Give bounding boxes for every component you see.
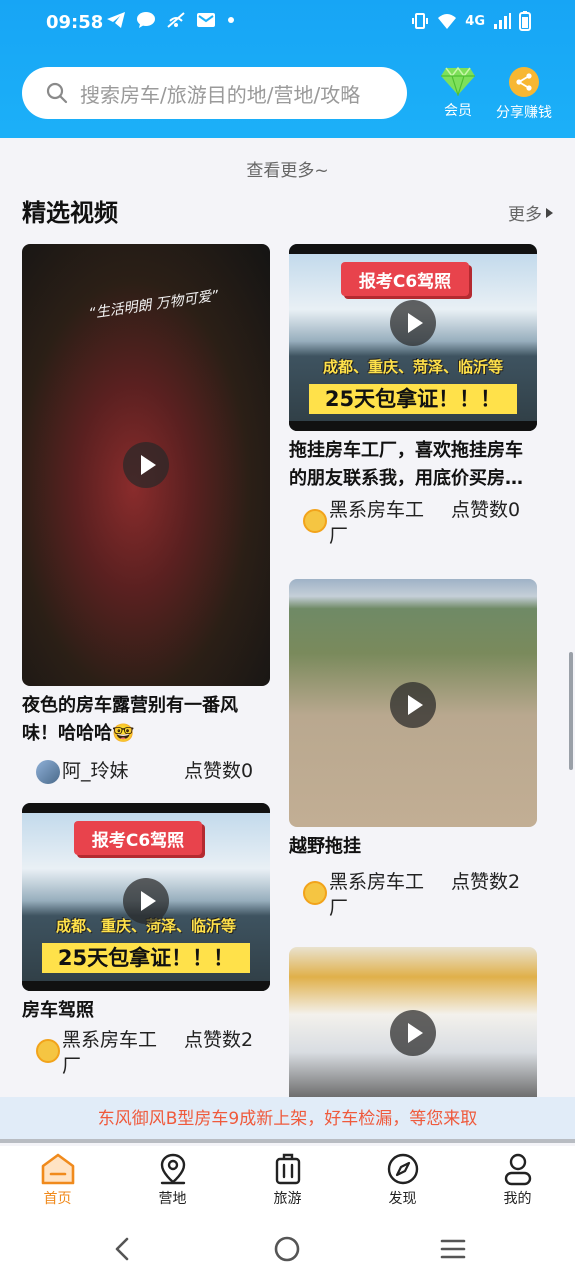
search-placeholder: 搜索房车/旅游目的地/营地/攻略 xyxy=(80,82,361,107)
section-more-link[interactable]: 更多 xyxy=(508,200,553,225)
video-author: 阿_玲妹 xyxy=(62,760,129,782)
tab-home[interactable]: 首页 xyxy=(0,1146,115,1218)
poster-bar xyxy=(22,981,270,991)
video-card[interactable]: 越野拖挂 黑系房车工厂 点赞数2 xyxy=(289,579,537,931)
tab-label: 发现 xyxy=(388,1191,417,1207)
search-bar[interactable]: 搜索房车/旅游目的地/营地/攻略 xyxy=(22,67,407,119)
poster-tag: 报考C6驾照 xyxy=(74,821,202,855)
video-meta: 阿_玲妹 点赞数0 xyxy=(22,748,270,804)
chat-icon xyxy=(137,12,155,28)
signal-off-icon xyxy=(167,12,185,28)
battery-icon xyxy=(519,11,531,31)
like-count: 点赞数2 xyxy=(184,1029,254,1051)
share-label: 分享赚钱 xyxy=(496,105,552,121)
promo-banner[interactable]: 东风御风B型房车9成新上架，好车检漏，等您来取 xyxy=(0,1097,575,1143)
tab-campsite[interactable]: 营地 xyxy=(115,1146,230,1218)
like-count: 点赞数0 xyxy=(451,499,521,521)
poster-bar xyxy=(289,421,537,431)
bottom-tab-bar: 首页 营地 旅游 发现 我的 xyxy=(0,1146,575,1218)
back-icon[interactable] xyxy=(112,1236,132,1262)
notification-icons xyxy=(106,11,234,29)
user-icon xyxy=(504,1153,531,1186)
see-more-link[interactable]: 查看更多~ xyxy=(0,156,575,181)
share-earn-button[interactable]: 分享赚钱 xyxy=(496,66,552,122)
video-thumbnail[interactable]: “生活明朗 万物可爱” xyxy=(22,244,270,686)
home-circle-icon[interactable] xyxy=(274,1236,300,1262)
play-icon[interactable] xyxy=(390,299,436,346)
avatar xyxy=(36,1039,60,1063)
wifi-icon xyxy=(438,14,457,29)
status-time: 09:58 xyxy=(46,12,104,33)
network-type: 4G xyxy=(465,13,485,29)
video-title: 拖挂房车工厂，喜欢拖挂房车的朋友联系我，用底价买房… xyxy=(289,440,523,489)
video-author: 黑系房车工厂 xyxy=(329,499,425,547)
scrollbar[interactable] xyxy=(569,652,573,770)
video-card[interactable] xyxy=(289,947,537,1097)
avatar xyxy=(303,881,327,905)
poster-tag: 报考C6驾照 xyxy=(341,262,469,296)
video-title: 房车驾照 xyxy=(22,1000,94,1021)
tab-label: 我的 xyxy=(503,1191,532,1207)
share-icon xyxy=(509,67,539,97)
avatar xyxy=(36,760,60,784)
poster-bar xyxy=(22,803,270,813)
video-thumbnail[interactable]: 报考C6驾照 成都、重庆、菏泽、临沂等 25天包拿证！！！ xyxy=(289,244,537,431)
video-meta: 黑系房车工厂 点赞数2 xyxy=(22,1025,270,1095)
location-pin-icon xyxy=(160,1153,185,1185)
video-card[interactable]: 报考C6驾照 成都、重庆、菏泽、临沂等 25天包拿证！！！ 拖挂房车工厂，喜欢拖… xyxy=(289,244,537,563)
play-icon[interactable] xyxy=(390,1009,436,1056)
video-card[interactable]: “生活明朗 万物可爱” 夜色的房车露营别有一番风味！哈哈哈🤓 阿_玲妹 点赞数0 xyxy=(22,244,270,804)
member-button[interactable]: 会员 xyxy=(440,66,476,120)
app-header: 09:58 4G 搜索房车/旅游目的地/营地/攻略 会员 分享赚钱 xyxy=(0,0,575,138)
like-count: 点赞数2 xyxy=(451,871,521,893)
video-author: 黑系房车工厂 xyxy=(62,1029,158,1077)
menu-icon[interactable] xyxy=(440,1236,466,1262)
tab-discover[interactable]: 发现 xyxy=(345,1146,460,1218)
member-label: 会员 xyxy=(444,103,472,119)
telegram-icon xyxy=(107,12,125,28)
video-thumbnail[interactable] xyxy=(289,579,537,827)
poster-bar xyxy=(289,244,537,254)
section-more-label: 更多 xyxy=(508,205,542,225)
poster-days: 25天包拿证！！！ xyxy=(309,384,517,414)
video-author: 黑系房车工厂 xyxy=(329,871,425,919)
status-bar: 09:58 4G xyxy=(0,0,575,48)
video-meta: 黑系房车工厂 点赞数0 xyxy=(289,493,537,563)
diamond-icon xyxy=(441,66,475,96)
play-icon[interactable] xyxy=(123,442,169,488)
video-card[interactable]: 报考C6驾照 成都、重庆、菏泽、临沂等 25天包拿证！！！ 房车驾照 黑系房车工… xyxy=(22,803,270,1095)
play-icon[interactable] xyxy=(123,877,169,924)
tab-label: 旅游 xyxy=(273,1191,302,1207)
tab-label: 首页 xyxy=(43,1191,72,1207)
tab-profile[interactable]: 我的 xyxy=(460,1146,575,1218)
section-title: 精选视频 xyxy=(22,199,118,227)
luggage-icon xyxy=(275,1153,300,1185)
notification-dot xyxy=(228,17,234,23)
avatar xyxy=(303,509,327,533)
play-icon[interactable] xyxy=(390,682,436,729)
tab-label: 营地 xyxy=(158,1191,187,1207)
system-nav-bar xyxy=(0,1218,575,1280)
home-icon xyxy=(41,1153,74,1185)
search-icon xyxy=(46,82,68,104)
compass-icon xyxy=(387,1153,418,1185)
mail-icon xyxy=(197,13,215,27)
video-title: 夜色的房车露营别有一番风味！哈哈哈🤓 xyxy=(22,695,238,744)
video-thumbnail[interactable]: 报考C6驾照 成都、重庆、菏泽、临沂等 25天包拿证！！！ xyxy=(22,803,270,991)
arrow-right-icon xyxy=(546,207,553,218)
system-icons: 4G xyxy=(411,11,531,31)
video-thumbnail[interactable] xyxy=(289,947,537,1097)
video-overlay-text: “生活明朗 万物可爱” xyxy=(87,287,220,323)
like-count: 点赞数0 xyxy=(184,760,254,782)
vibrate-icon xyxy=(412,13,429,29)
signal-icon xyxy=(494,13,511,29)
poster-days: 25天包拿证！！！ xyxy=(42,943,250,973)
tab-travel[interactable]: 旅游 xyxy=(230,1146,345,1218)
poster-cities: 成都、重庆、菏泽、临沂等 xyxy=(322,358,503,376)
video-meta: 黑系房车工厂 点赞数2 xyxy=(289,861,537,931)
video-title: 越野拖挂 xyxy=(289,836,361,857)
